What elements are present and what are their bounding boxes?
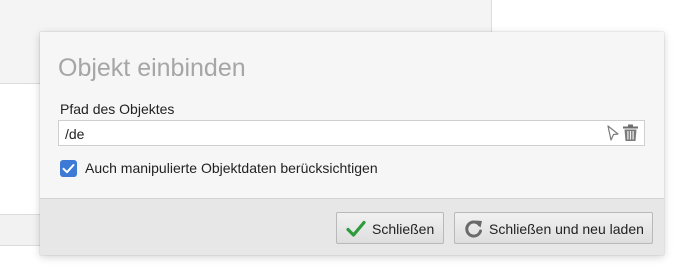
include-manipulated-label[interactable]: Auch manipulierte Objektdaten berücksich… — [85, 160, 378, 176]
include-manipulated-checkbox[interactable] — [60, 160, 77, 177]
object-path-value[interactable]: /de — [65, 126, 84, 142]
trash-icon[interactable] — [622, 124, 639, 142]
close-and-reload-button[interactable]: Schließen und neu laden — [454, 212, 653, 244]
dialog-title: Objekt einbinden — [58, 54, 246, 82]
close-button[interactable]: Schließen — [336, 212, 444, 244]
object-path-input[interactable]: /de — [58, 120, 645, 146]
checkmark-icon — [346, 220, 366, 237]
close-and-reload-button-label: Schließen und neu laden — [489, 221, 644, 237]
refresh-icon — [465, 220, 482, 238]
dialog-footer: Schließen Schließen und neu laden — [40, 198, 664, 255]
screen: Objekt einbinden Pfad des Objektes /de A… — [0, 0, 680, 275]
path-field-label: Pfad des Objektes — [60, 101, 175, 117]
checkbox-check-icon — [62, 164, 75, 174]
embed-object-dialog: Objekt einbinden Pfad des Objektes /de A… — [40, 32, 664, 255]
background-strip — [0, 214, 40, 246]
cursor-icon[interactable] — [606, 125, 620, 142]
close-button-label: Schließen — [372, 221, 435, 237]
